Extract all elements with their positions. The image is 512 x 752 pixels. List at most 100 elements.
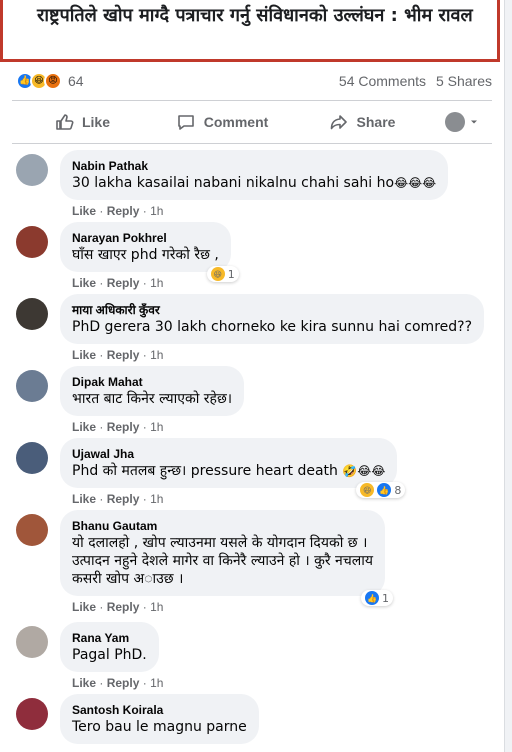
separator: · bbox=[99, 420, 104, 434]
link-title[interactable]: राष्ट्रपतिले खोप माग्दै पत्राचार गर्नु स… bbox=[37, 4, 485, 28]
thumbs-up-icon bbox=[56, 114, 74, 130]
comment-bubble: Ujawal Jha Phd को मतलब हुन्छ। pressure h… bbox=[60, 438, 406, 498]
comment-button[interactable]: Comment bbox=[152, 104, 292, 140]
comment-time[interactable]: 1h bbox=[150, 676, 163, 690]
comment-time[interactable]: 1h bbox=[150, 420, 163, 434]
comment-label: Comment bbox=[203, 114, 269, 130]
share-label: Share bbox=[356, 114, 396, 130]
comment-author[interactable]: Nabin Pathak bbox=[72, 158, 436, 174]
avatar[interactable] bbox=[16, 626, 48, 658]
comment-text: भारत बाट किनेर ल्याएको रहेछ। bbox=[72, 391, 233, 407]
comment-time[interactable]: 1h bbox=[150, 348, 163, 362]
comment-text: PhD gerera 30 lakh chorneko ke kira sunn… bbox=[72, 319, 473, 335]
comment-author[interactable]: Santosh Koirala bbox=[72, 702, 247, 718]
reaction-summary[interactable]: 👍 😆 😡 64 bbox=[16, 72, 84, 90]
comment-reply-link[interactable]: Reply bbox=[107, 600, 140, 614]
comment-item: Santosh Koirala Tero bau le magnu parne bbox=[16, 694, 496, 752]
comment-like-link[interactable]: Like bbox=[72, 420, 96, 434]
avatar[interactable] bbox=[16, 298, 48, 330]
comment-meta: Like · Reply · 1h bbox=[60, 672, 163, 692]
reaction-badge[interactable]: 😆 👍 8 bbox=[356, 482, 406, 498]
laughing-emoji-icons: 😂😂😂 bbox=[394, 176, 437, 190]
comment-author[interactable]: Dipak Mahat bbox=[72, 374, 232, 390]
reactions-bar: 👍 😆 😡 64 54 Comments 5 Shares bbox=[16, 64, 492, 98]
comment-reply-link[interactable]: Reply bbox=[107, 204, 140, 218]
comment-author[interactable]: Ujawal Jha bbox=[72, 446, 385, 462]
comments-list: Nabin Pathak 30 lakha kasailai nabani ni… bbox=[16, 150, 496, 752]
comment-text-line: उत्पादन नहुने देशले मागेर वा किनेरै ल्या… bbox=[72, 553, 373, 569]
avatar[interactable] bbox=[16, 226, 48, 258]
comment-like-link[interactable]: Like bbox=[72, 492, 96, 506]
reaction-badge[interactable]: 👍 1 bbox=[360, 590, 393, 606]
comment-bubble: Bhanu Gautam यो दलालहो , खोप ल्याउनमा यस… bbox=[60, 510, 393, 606]
comment-reply-link[interactable]: Reply bbox=[107, 276, 140, 290]
comment-text: 30 lakha kasailai nabani nikalnu chahi s… bbox=[72, 174, 436, 192]
share-button[interactable]: Share bbox=[292, 104, 432, 140]
comment-text-body: 30 lakha kasailai nabani nikalnu chahi s… bbox=[72, 175, 395, 191]
avatar[interactable] bbox=[16, 514, 48, 546]
post-counts: 54 Comments 5 Shares bbox=[333, 73, 492, 89]
comment-item: Dipak Mahat भारत बाट किनेर ल्याएको रहेछ।… bbox=[16, 366, 496, 438]
comment-author[interactable]: Bhanu Gautam bbox=[72, 518, 373, 534]
post-actions: Like Comment Share bbox=[12, 100, 492, 144]
comment-meta: Like · Reply · 1h bbox=[60, 488, 397, 508]
comment-reply-link[interactable]: Reply bbox=[107, 348, 140, 362]
comment-reply-link[interactable]: Reply bbox=[107, 420, 140, 434]
comment-time[interactable]: 1h bbox=[150, 600, 163, 614]
separator: · bbox=[142, 420, 147, 434]
avatar[interactable] bbox=[16, 698, 48, 730]
reaction-badge-count: 1 bbox=[381, 591, 389, 605]
like-label: Like bbox=[81, 114, 110, 130]
reaction-profile-selector[interactable] bbox=[432, 104, 492, 140]
avatar[interactable] bbox=[16, 442, 48, 474]
comment-meta: Like · Reply · 1h bbox=[60, 416, 244, 436]
separator: · bbox=[99, 492, 104, 506]
comment-like-link[interactable]: Like bbox=[72, 276, 96, 290]
link-preview[interactable]: राष्ट्रपतिले खोप माग्दै पत्राचार गर्नु स… bbox=[0, 0, 500, 62]
comment-bubble: Narayan Pokhrel घाँस खाएर phd गरेको रैछ … bbox=[60, 222, 239, 282]
reaction-badge[interactable]: 😆 1 bbox=[206, 266, 239, 282]
comment-like-link[interactable]: Like bbox=[72, 348, 96, 362]
avatar bbox=[445, 112, 465, 132]
comment-meta: Like · Reply · 1h bbox=[60, 200, 448, 220]
shares-count[interactable]: 5 Shares bbox=[436, 73, 492, 89]
comment-like-link[interactable]: Like bbox=[72, 600, 96, 614]
comment-reply-link[interactable]: Reply bbox=[107, 492, 140, 506]
comment-bubble: Rana Yam Pagal PhD. bbox=[60, 622, 159, 672]
separator: · bbox=[142, 276, 147, 290]
comment-like-link[interactable]: Like bbox=[72, 204, 96, 218]
comment-text-line: कसरी खोप अाउछ । bbox=[72, 571, 184, 587]
comment-time[interactable]: 1h bbox=[150, 276, 163, 290]
like-icon: 👍 bbox=[364, 591, 379, 605]
comment-bubble: Santosh Koirala Tero bau le magnu parne bbox=[60, 694, 259, 744]
comment-meta: Like · Reply · 1h bbox=[60, 272, 231, 292]
reaction-badge-count: 8 bbox=[394, 483, 402, 497]
like-icon: 👍 bbox=[377, 483, 392, 497]
comment-time[interactable]: 1h bbox=[150, 492, 163, 506]
comment-like-link[interactable]: Like bbox=[72, 676, 96, 690]
share-icon bbox=[330, 115, 347, 130]
comment-text-body: Phd को मतलब हुन्छ। pressure heart death bbox=[72, 463, 338, 479]
comment-text: घाँस खाएर phd गरेको रैछ , bbox=[72, 247, 219, 263]
comment-item: Nabin Pathak 30 lakha kasailai nabani ni… bbox=[16, 150, 496, 222]
comment-bubble: Dipak Mahat भारत बाट किनेर ल्याएको रहेछ। bbox=[60, 366, 245, 416]
like-button[interactable]: Like bbox=[12, 104, 152, 140]
separator: · bbox=[99, 276, 104, 290]
comment-text: Pagal PhD. bbox=[72, 647, 147, 663]
avatar[interactable] bbox=[16, 370, 48, 402]
separator: · bbox=[142, 492, 147, 506]
separator: · bbox=[142, 204, 147, 218]
post-card: राष्ट्रपतिले खोप माग्दै पत्राचार गर्नु स… bbox=[0, 0, 505, 752]
comment-meta: Like · Reply · 1h bbox=[60, 596, 385, 616]
comment-text: Phd को मतलब हुन्छ। pressure heart death … bbox=[72, 462, 385, 480]
comments-count[interactable]: 54 Comments bbox=[339, 73, 426, 89]
comment-author[interactable]: Narayan Pokhrel bbox=[72, 230, 219, 246]
reaction-count[interactable]: 64 bbox=[68, 73, 84, 89]
haha-icon: 😆 bbox=[360, 483, 375, 497]
comment-reply-link[interactable]: Reply bbox=[107, 676, 140, 690]
comment-author[interactable]: माया अधिकारी कुँवर bbox=[72, 302, 472, 318]
comment-author[interactable]: Rana Yam bbox=[72, 630, 147, 646]
avatar[interactable] bbox=[16, 154, 48, 186]
comment-time[interactable]: 1h bbox=[150, 204, 163, 218]
comment-meta: Like · Reply · 1h bbox=[60, 344, 484, 364]
